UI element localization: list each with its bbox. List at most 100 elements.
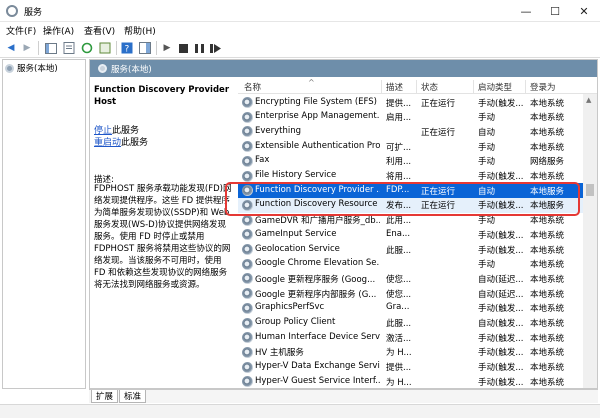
service-startup: 手动: [478, 113, 496, 124]
service-desc: 激活...: [386, 333, 412, 344]
service-row[interactable]: Human Interface Device Servi... 激活... 手动(触…: [238, 330, 583, 345]
gear-icon: [242, 111, 253, 123]
gear-icon: [242, 273, 253, 285]
column-name[interactable]: 名称: [244, 81, 261, 93]
service-row[interactable]: Fax 利用... 手动 网络服务: [238, 154, 583, 169]
service-desc: 使您...: [386, 274, 412, 285]
services-list: 名称 ^ 描述 状态 启动类型 登录为 Encrypting File Syst…: [238, 78, 597, 388]
service-logon: 本地系统: [530, 172, 565, 182]
service-name: GraphicsPerfSvc: [255, 302, 325, 313]
gear-icon: [242, 97, 253, 108]
status-bar: [0, 404, 600, 418]
description-text: FDPHOST 服务承载功能发现(FD)网络发现提供程序。这些 FD 提供程序为…: [94, 184, 232, 290]
service-startup: 手动(触发...: [478, 98, 524, 109]
column-status[interactable]: 状态: [421, 81, 438, 93]
service-name: GameInput Service: [255, 228, 337, 239]
service-row[interactable]: Hyper-V Guest Service Interf... 为 H... 手动(…: [238, 374, 583, 388]
service-name: Fax: [255, 155, 270, 166]
service-desc: Gra...: [386, 302, 410, 313]
service-logon: 本地系统: [530, 377, 565, 388]
restart-service-line: 重启动此服务: [94, 135, 148, 148]
service-logon: 本地系统: [530, 274, 565, 285]
service-row[interactable]: File History Service 将用... 手动(触发... 本地系统: [238, 169, 583, 184]
column-startup-type[interactable]: 启动类型: [478, 81, 512, 93]
service-desc: 使您...: [386, 289, 412, 300]
vertical-scrollbar[interactable]: ▲: [583, 94, 597, 388]
service-row[interactable]: Enterprise App Management... 启用... 手动 本地系统: [238, 110, 583, 125]
service-row[interactable]: Google 更新程序服务 (Goog... 使您... 自动(延迟... 本地系统: [238, 271, 583, 286]
tree-item-services-local[interactable]: 服务(本地): [5, 62, 58, 74]
close-button[interactable]: ✕: [570, 0, 598, 22]
service-logon: 本地系统: [530, 333, 565, 344]
menu-file[interactable]: 文件(F): [6, 24, 36, 37]
gear-icon: [242, 155, 253, 167]
service-name: Geolocation Service: [255, 243, 340, 254]
service-desc: 将用...: [386, 172, 412, 182]
column-description[interactable]: 描述: [386, 81, 403, 93]
svg-text:?: ?: [125, 45, 130, 55]
service-row[interactable]: Encrypting File System (EFS) 提供... 正在运行 手动(…: [238, 95, 583, 110]
service-logon: 本地系统: [530, 230, 565, 241]
service-startup: 手动(触发...: [478, 348, 524, 359]
tab-standard[interactable]: 标准: [119, 390, 147, 403]
gear-icon: [242, 361, 253, 373]
minimize-button[interactable]: —: [512, 0, 540, 22]
service-row[interactable]: Hyper-V Data Exchange Servi... 提供... 手动(触发…: [238, 360, 583, 375]
stop-service-icon[interactable]: [176, 41, 190, 55]
tab-extended[interactable]: 扩展: [91, 390, 119, 403]
help-icon[interactable]: ?: [120, 41, 134, 55]
start-service-icon[interactable]: ▶: [160, 41, 174, 55]
gear-icon: [242, 376, 253, 388]
service-name: Human Interface Device Servi...: [255, 331, 380, 342]
maximize-button[interactable]: ☐: [541, 0, 569, 22]
view-tabs: 扩展 标准: [89, 389, 598, 403]
service-startup: 自动(延迟...: [478, 274, 524, 285]
console-tree-icon[interactable]: [44, 41, 58, 55]
service-row[interactable]: GraphicsPerfSvc Gra... 手动(触发... 本地系统: [238, 301, 583, 316]
service-startup: 手动(触发...: [478, 333, 524, 344]
scrollbar-thumb[interactable]: [586, 184, 594, 196]
column-header: 名称 ^ 描述 状态 启动类型 登录为: [238, 78, 597, 94]
gear-icon: [242, 317, 253, 329]
service-logon: 本地系统: [530, 127, 565, 138]
service-desc: Ena...: [386, 228, 411, 239]
scroll-up-arrow-icon[interactable]: ▲: [586, 96, 591, 104]
service-logon: 本地系统: [530, 98, 565, 109]
service-row[interactable]: Group Policy Client 此服... 自动(触发... 本地系统: [238, 316, 583, 331]
service-row[interactable]: Extensible Authentication Proto... 可扩... 手…: [238, 139, 583, 154]
sort-ascending-icon: ^: [308, 78, 315, 87]
refresh-icon[interactable]: [80, 41, 94, 55]
menu-view[interactable]: 查看(V): [84, 24, 115, 37]
pause-service-icon[interactable]: [192, 41, 206, 55]
service-startup: 自动(延迟...: [478, 289, 524, 300]
service-name: Enterprise App Management...: [255, 111, 380, 122]
gear-icon: [242, 332, 253, 344]
service-row[interactable]: Everything 正在运行 自动 本地系统: [238, 124, 583, 139]
service-row[interactable]: Google Chrome Elevation Se... 手动 本地系统: [238, 257, 583, 272]
gear-icon: [242, 258, 253, 270]
service-logon: 本地系统: [530, 142, 565, 153]
service-row[interactable]: GameInput Service Ena... 手动(触发... 本地系统: [238, 227, 583, 242]
properties-icon[interactable]: [62, 41, 76, 55]
service-startup: 手动: [478, 260, 496, 271]
service-logon: 本地系统: [530, 113, 565, 124]
toolbar: ◀ ▶ ? ▶: [0, 38, 600, 58]
back-icon[interactable]: ◀: [4, 41, 18, 55]
menu-help[interactable]: 帮助(H): [124, 24, 156, 37]
export-icon[interactable]: [98, 41, 112, 55]
column-logon-as[interactable]: 登录为: [530, 81, 556, 93]
window-title: 服务: [24, 8, 43, 18]
restart-service-icon[interactable]: [208, 41, 222, 55]
forward-icon[interactable]: ▶: [20, 41, 34, 55]
service-row[interactable]: Geolocation Service 此服... 手动(触发... 本地系统: [238, 242, 583, 257]
restart-service-link[interactable]: 重启动: [94, 138, 121, 148]
service-name: Encrypting File System (EFS): [255, 96, 377, 107]
service-row[interactable]: HV 主机服务 为 H... 手动(触发... 本地系统: [238, 345, 583, 360]
gear-icon: [242, 302, 253, 314]
gear-icon: [242, 214, 253, 226]
menu-action[interactable]: 操作(A): [43, 24, 74, 37]
gear-icon: [242, 288, 253, 300]
show-hide-action-pane-icon[interactable]: [138, 41, 152, 55]
service-startup: 自动(触发...: [478, 319, 524, 329]
service-row[interactable]: Google 更新程序内部服务 (G... 使您... 自动(延迟... 本地系统: [238, 286, 583, 301]
